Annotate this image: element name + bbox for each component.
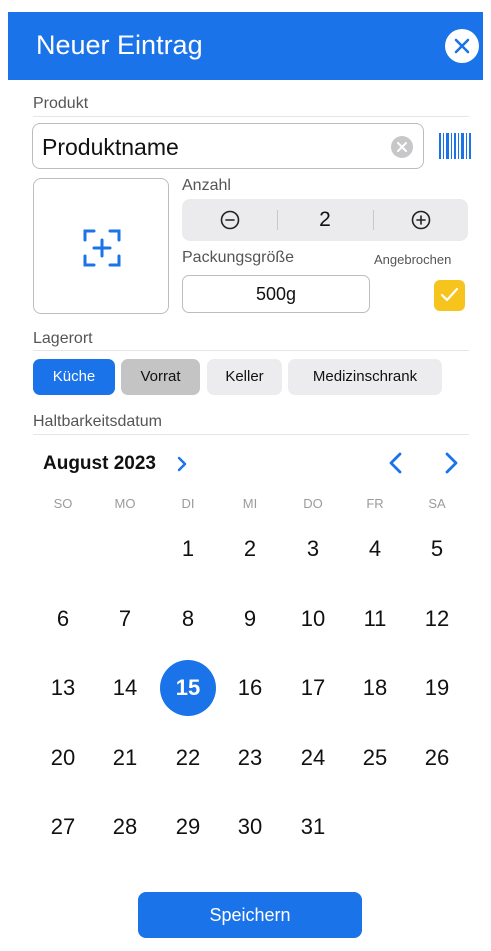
chevron-right-icon bbox=[445, 452, 458, 474]
calendar-day[interactable]: 29 bbox=[160, 799, 216, 855]
calendar-day[interactable]: 8 bbox=[160, 591, 216, 647]
barcode-scan-button[interactable] bbox=[439, 133, 471, 159]
quantity-value: 2 bbox=[319, 208, 331, 231]
calendar-day[interactable]: 19 bbox=[409, 660, 465, 716]
chevron-right-icon[interactable] bbox=[177, 456, 187, 472]
calendar-day[interactable]: 5 bbox=[409, 521, 465, 577]
divider bbox=[33, 350, 469, 351]
calendar-day[interactable]: 7 bbox=[97, 591, 153, 647]
weekday-label: MO bbox=[114, 496, 136, 511]
close-icon bbox=[454, 38, 470, 54]
calendar-day[interactable]: 16 bbox=[222, 660, 278, 716]
product-name-value: Produktname bbox=[42, 134, 179, 160]
calendar-day[interactable]: 23 bbox=[222, 730, 278, 786]
calendar-day[interactable]: 31 bbox=[285, 799, 341, 855]
calendar-day[interactable]: 13 bbox=[35, 660, 91, 716]
weekday-label: SO bbox=[53, 496, 73, 511]
header-bar: Neuer Eintrag bbox=[8, 12, 483, 80]
location-section-label: Lagerort bbox=[33, 330, 93, 347]
calendar-day[interactable]: 17 bbox=[285, 660, 341, 716]
plus-circle-icon bbox=[411, 210, 431, 230]
location-chip-medizinschrank[interactable]: Medizinschrank bbox=[288, 359, 442, 395]
calendar-day-selected[interactable]: 15 bbox=[160, 660, 216, 716]
page-title: Neuer Eintrag bbox=[36, 30, 203, 60]
calendar-day[interactable]: 26 bbox=[409, 730, 465, 786]
previous-month-button[interactable] bbox=[386, 451, 406, 475]
quantity-stepper[interactable]: 2 bbox=[182, 199, 468, 241]
divider bbox=[33, 116, 469, 117]
calendar-day[interactable]: 12 bbox=[409, 591, 465, 647]
location-chip-keller[interactable]: Keller bbox=[207, 359, 282, 395]
opened-label: Angebrochen bbox=[374, 252, 452, 267]
add-photo-icon bbox=[83, 229, 121, 267]
location-chip-vorrat[interactable]: Vorrat bbox=[121, 359, 200, 395]
product-section-label: Produkt bbox=[33, 95, 89, 112]
package-size-label: Packungsgröße bbox=[182, 249, 295, 266]
calendar-day[interactable]: 10 bbox=[285, 591, 341, 647]
calendar-day[interactable]: 25 bbox=[347, 730, 403, 786]
increment-button[interactable] bbox=[373, 199, 468, 241]
close-button[interactable] bbox=[445, 29, 479, 63]
calendar-day[interactable]: 27 bbox=[35, 799, 91, 855]
month-year-label[interactable]: August 2023 bbox=[43, 453, 156, 475]
calendar-day[interactable]: 22 bbox=[160, 730, 216, 786]
chevron-left-icon bbox=[389, 452, 402, 474]
add-photo-button[interactable] bbox=[33, 178, 169, 314]
clear-button[interactable] bbox=[391, 136, 413, 158]
location-chip-kueche[interactable]: Küche bbox=[33, 359, 115, 395]
decrement-button[interactable] bbox=[182, 199, 277, 241]
clear-icon bbox=[397, 142, 407, 152]
divider bbox=[33, 434, 469, 435]
package-size-input[interactable]: 500g bbox=[182, 275, 370, 313]
weekday-label: SA bbox=[428, 496, 446, 511]
checkmark-icon bbox=[440, 287, 459, 302]
product-name-input[interactable]: Produktname bbox=[32, 123, 424, 169]
opened-checkbox[interactable] bbox=[434, 280, 465, 311]
expiry-section-label: Haltbarkeitsdatum bbox=[33, 413, 162, 430]
calendar-day[interactable]: 6 bbox=[35, 591, 91, 647]
quantity-label: Anzahl bbox=[182, 177, 231, 194]
barcode-icon bbox=[439, 133, 471, 159]
calendar-day[interactable]: 3 bbox=[285, 521, 341, 577]
calendar-day[interactable]: 20 bbox=[35, 730, 91, 786]
save-button[interactable]: Speichern bbox=[138, 892, 362, 938]
calendar-day[interactable]: 11 bbox=[347, 591, 403, 647]
calendar-day[interactable]: 18 bbox=[347, 660, 403, 716]
minus-circle-icon bbox=[220, 210, 240, 230]
calendar-day[interactable]: 4 bbox=[347, 521, 403, 577]
weekday-label: DI bbox=[181, 496, 195, 511]
weekday-label: DO bbox=[303, 496, 323, 511]
calendar-day[interactable]: 14 bbox=[97, 660, 153, 716]
calendar-day[interactable]: 9 bbox=[222, 591, 278, 647]
calendar-day[interactable]: 21 bbox=[97, 730, 153, 786]
weekday-label: FR bbox=[366, 496, 384, 511]
calendar-day[interactable]: 24 bbox=[285, 730, 341, 786]
calendar-day[interactable]: 2 bbox=[222, 521, 278, 577]
weekday-label: MI bbox=[242, 496, 258, 511]
calendar-day[interactable]: 30 bbox=[222, 799, 278, 855]
calendar-day[interactable]: 1 bbox=[160, 521, 216, 577]
calendar-day[interactable]: 28 bbox=[97, 799, 153, 855]
next-month-button[interactable] bbox=[441, 451, 461, 475]
